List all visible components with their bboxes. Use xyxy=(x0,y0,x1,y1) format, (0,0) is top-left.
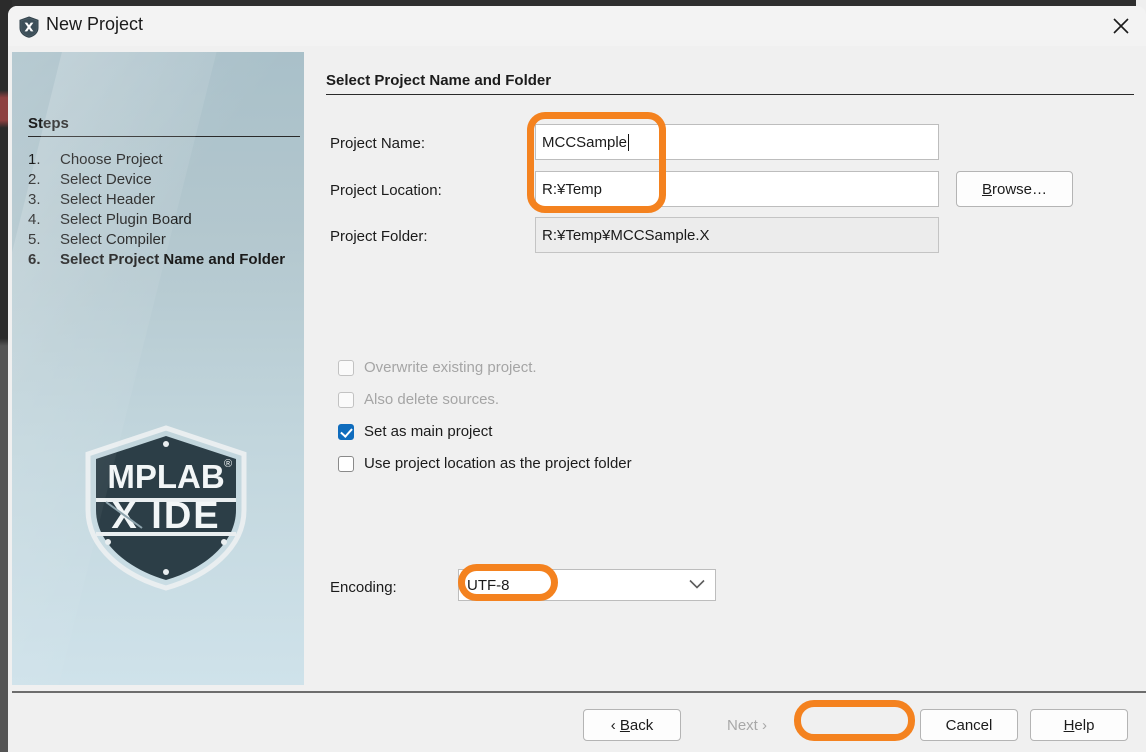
checkbox-also-delete-sources: Also delete sources. xyxy=(338,391,499,408)
encoding-value: UTF-8 xyxy=(467,576,510,594)
svg-text:MPLAB: MPLAB xyxy=(107,458,224,495)
steps-heading: Steps xyxy=(28,115,69,132)
steps-panel: Steps 1. Choose Project 2. Select Device… xyxy=(12,52,304,685)
step-item-3: 3. Select Header xyxy=(28,190,298,210)
svg-text:X IDE: X IDE xyxy=(111,495,220,537)
chevron-down-icon[interactable] xyxy=(689,577,705,594)
help-button-label: Help xyxy=(1064,717,1095,734)
project-location-label: Project Location: xyxy=(330,182,442,199)
dialog-title: New Project xyxy=(46,14,144,34)
checkbox-label: Also delete sources. xyxy=(364,391,500,408)
text-caret xyxy=(628,133,630,151)
step-item-4: 4. Select Plugin Board xyxy=(28,210,298,230)
checkbox-label: Set as main project xyxy=(364,423,493,440)
step-label: Choose Project xyxy=(60,151,163,168)
encoding-select[interactable]: UTF-8 xyxy=(458,569,716,601)
project-folder-value: R:¥Temp¥MCCSample.X xyxy=(542,226,710,244)
encoding-label: Encoding: xyxy=(330,579,397,596)
checkbox-box xyxy=(338,359,354,376)
checkbox-box[interactable] xyxy=(338,455,354,472)
cancel-button-label: Cancel xyxy=(945,716,993,734)
help-button[interactable]: Help xyxy=(1030,709,1128,741)
step-number: 3. xyxy=(28,191,41,208)
checkbox-label: Overwrite existing project. xyxy=(364,359,537,376)
back-accel: B xyxy=(619,716,630,734)
back-rest: ack xyxy=(629,716,654,734)
next-button-label: Next › xyxy=(726,716,767,734)
browse-button-label: Browse… xyxy=(982,181,1047,198)
step-label: Select Plugin Board xyxy=(60,211,192,228)
dialog-footer: ‹ Back Next › Finish Cancel Help xyxy=(8,691,1146,752)
back-prefix: ‹ xyxy=(610,716,620,734)
checkbox-use-project-location-as-folder[interactable]: Use project location as the project fold… xyxy=(338,455,632,472)
project-folder-input: R:¥Temp¥MCCSample.X xyxy=(535,217,939,253)
project-name-input[interactable]: MCCSample xyxy=(535,124,939,160)
step-item-1: 1. Choose Project xyxy=(28,150,298,170)
step-item-5: 5. Select Compiler xyxy=(28,230,298,250)
browse-accel: B xyxy=(981,180,992,198)
checkbox-set-as-main-project[interactable]: Set as main project xyxy=(338,423,492,440)
back-button[interactable]: ‹ Back xyxy=(583,709,681,741)
cancel-button[interactable]: Cancel xyxy=(920,709,1018,741)
svg-text:®: ® xyxy=(224,458,232,470)
footer-separator xyxy=(12,691,1146,693)
content-pane: Select Project Name and Folder Project N… xyxy=(308,46,1146,691)
step-item-2: 2. Select Device xyxy=(28,170,298,190)
checkbox-label: Use project location as the project fold… xyxy=(364,455,632,472)
step-label: Select Header xyxy=(60,191,156,208)
checkbox-box xyxy=(338,391,354,408)
step-number: 6. xyxy=(28,251,41,268)
mplab-x-ide-logo: MPLAB ® X IDE xyxy=(68,424,264,592)
dialog-body: Steps 1. Choose Project 2. Select Device… xyxy=(8,46,1146,691)
steps-heading-rule xyxy=(28,136,300,137)
help-rest: elp xyxy=(1074,716,1095,734)
dialog-titlebar[interactable]: New Project xyxy=(8,6,1146,46)
project-location-input[interactable]: R:¥Temp xyxy=(535,171,939,207)
project-location-value: R:¥Temp xyxy=(542,180,603,198)
close-icon[interactable] xyxy=(1096,6,1146,46)
mplab-x-shield-icon xyxy=(18,16,40,38)
step-number: 4. xyxy=(28,211,41,228)
steps-list: 1. Choose Project 2. Select Device 3. Se… xyxy=(28,150,298,270)
step-number: 5. xyxy=(28,231,41,248)
step-item-6: 6. Select Project Name and Folder xyxy=(28,250,298,270)
next-button: Next › xyxy=(698,709,796,741)
step-label: Select Project Name and Folder xyxy=(60,251,286,268)
browse-button[interactable]: Browse… xyxy=(956,171,1073,207)
project-name-value: MCCSample xyxy=(542,133,628,151)
step-number: 1. xyxy=(28,151,41,168)
page-title: Select Project Name and Folder xyxy=(326,72,552,89)
project-name-label: Project Name: xyxy=(330,135,426,152)
checkbox-box-checked[interactable] xyxy=(338,423,354,440)
help-accel: H xyxy=(1063,716,1075,734)
step-label: Select Compiler xyxy=(60,231,166,248)
step-number: 2. xyxy=(28,171,41,188)
project-folder-label: Project Folder: xyxy=(330,228,428,245)
browse-rest: rowse… xyxy=(992,180,1048,198)
back-button-label: ‹ Back xyxy=(611,717,654,734)
step-label: Select Device xyxy=(60,171,152,188)
checkbox-overwrite-existing-project: Overwrite existing project. xyxy=(338,359,537,376)
page-title-rule xyxy=(326,94,1134,95)
new-project-dialog: New Project Steps 1. Choose Project 2. S… xyxy=(8,6,1146,752)
